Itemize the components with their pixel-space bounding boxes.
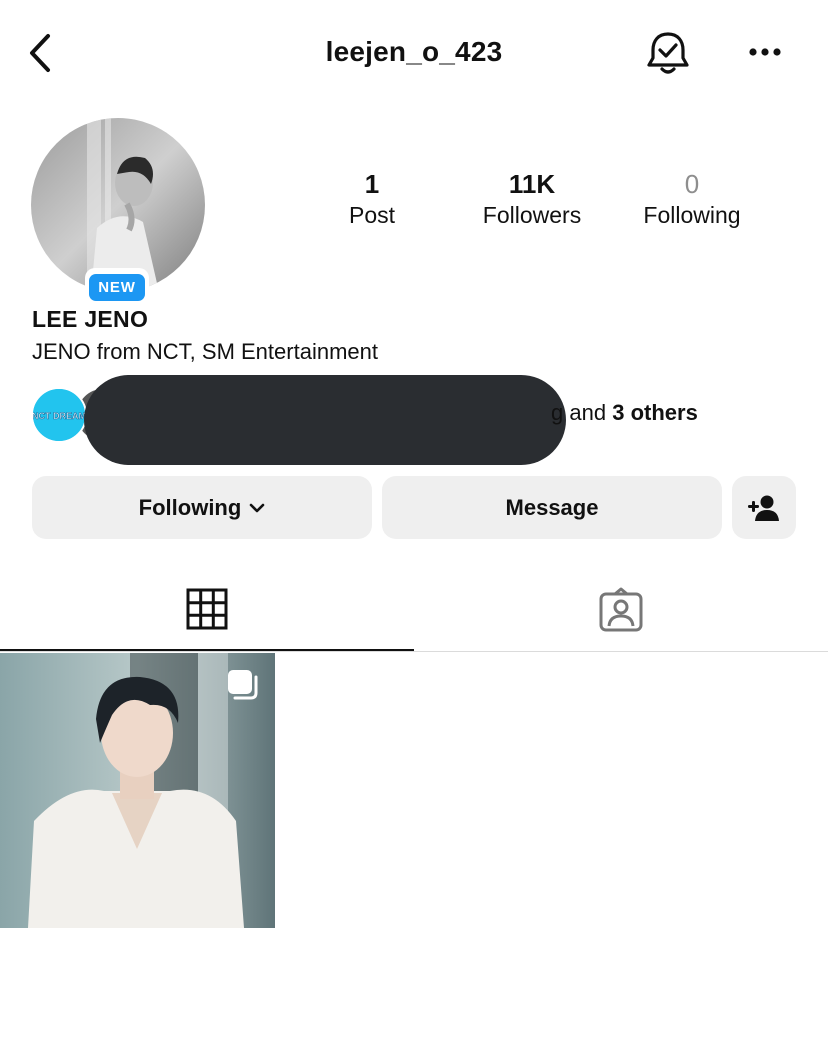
tab-tagged[interactable] bbox=[414, 568, 828, 651]
following-button[interactable]: Following bbox=[32, 476, 372, 539]
notifications-button[interactable] bbox=[642, 28, 694, 80]
tagged-user-icon bbox=[599, 587, 643, 631]
profile-tabs bbox=[0, 568, 828, 652]
stat-following-count: 0 bbox=[684, 169, 700, 199]
top-bar: leejen_o_423 bbox=[0, 0, 828, 105]
profile-avatar[interactable] bbox=[31, 118, 205, 292]
message-button-label: Message bbox=[505, 494, 599, 520]
more-horizontal-icon bbox=[749, 48, 781, 56]
more-options-button[interactable] bbox=[740, 30, 790, 74]
stat-posts-count: 1 bbox=[364, 169, 380, 199]
stat-following[interactable]: 0 Following bbox=[617, 168, 767, 230]
avatar-image bbox=[31, 118, 205, 292]
profile-name: LEE JENO bbox=[32, 306, 149, 332]
stat-followers-count: 11K bbox=[508, 169, 556, 199]
redaction-overlay bbox=[84, 375, 566, 465]
chevron-down-icon bbox=[250, 503, 265, 512]
multiple-photos-icon bbox=[228, 670, 258, 700]
mini-avatar-logo-text: NCT DREAM bbox=[33, 411, 85, 421]
following-button-label: Following bbox=[138, 494, 242, 520]
new-badge: NEW bbox=[85, 268, 149, 306]
suggested-people-button[interactable] bbox=[732, 476, 796, 539]
followed-by-row[interactable]: NCT DREAM g and 3 others bbox=[31, 375, 771, 465]
profile-bio: JENO from NCT, SM Entertainment bbox=[32, 339, 378, 364]
bell-check-icon bbox=[647, 32, 689, 74]
stat-followers[interactable]: 11K Followers bbox=[457, 168, 607, 230]
followed-by-others: 3 others bbox=[612, 400, 698, 425]
post-thumbnail[interactable] bbox=[0, 653, 275, 928]
profile-username: leejen_o_423 bbox=[325, 36, 503, 67]
followed-by-and: and bbox=[569, 400, 607, 425]
stat-posts-label: Post bbox=[348, 202, 396, 228]
stat-followers-label: Followers bbox=[482, 202, 582, 228]
message-button[interactable]: Message bbox=[382, 476, 722, 539]
tab-posts-grid[interactable] bbox=[0, 568, 414, 651]
add-person-icon bbox=[748, 495, 779, 521]
stat-posts[interactable]: 1 Post bbox=[297, 168, 447, 230]
stat-following-label: Following bbox=[643, 202, 741, 228]
grid-icon bbox=[186, 588, 228, 629]
mutual-avatar-1: NCT DREAM bbox=[31, 387, 87, 443]
new-badge-label: NEW bbox=[89, 273, 145, 301]
followed-by-text: g and 3 others bbox=[551, 400, 698, 426]
followed-by-fragment: g bbox=[551, 400, 564, 425]
